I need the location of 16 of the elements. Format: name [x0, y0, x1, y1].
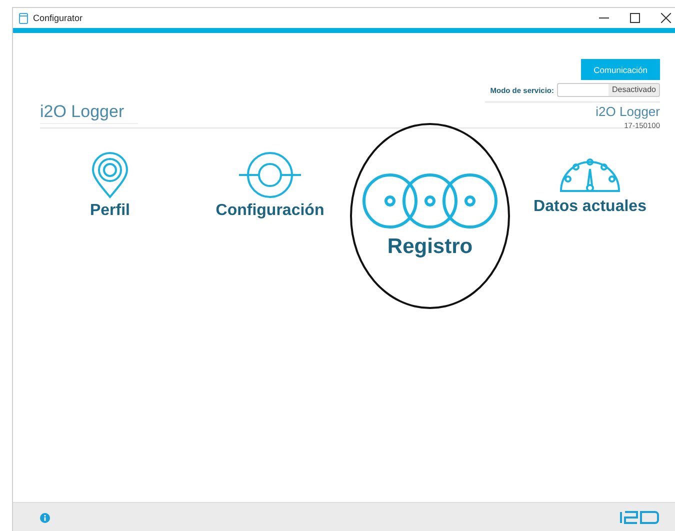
maximize-icon[interactable]	[630, 13, 640, 23]
three-rings-icon	[362, 173, 498, 229]
device-name: i2O Logger	[596, 104, 660, 119]
page-title: i2O Logger	[40, 102, 138, 124]
circle-line-icon	[238, 151, 302, 199]
menu-item[interactable]: Perfil	[90, 151, 130, 220]
menu-item[interactable]: Configuración	[216, 151, 324, 220]
menu-item[interactable]: Registro	[350, 123, 510, 309]
menu-item[interactable]: Datos actuales	[534, 151, 646, 216]
info-icon[interactable]	[40, 512, 50, 522]
window-title: Configurator	[33, 13, 83, 23]
service-mode-field[interactable]: Desactivado	[557, 83, 660, 97]
location-pin-icon	[90, 151, 129, 199]
app-icon	[19, 12, 28, 24]
logo-icon	[619, 511, 659, 524]
close-icon[interactable]	[661, 13, 671, 23]
